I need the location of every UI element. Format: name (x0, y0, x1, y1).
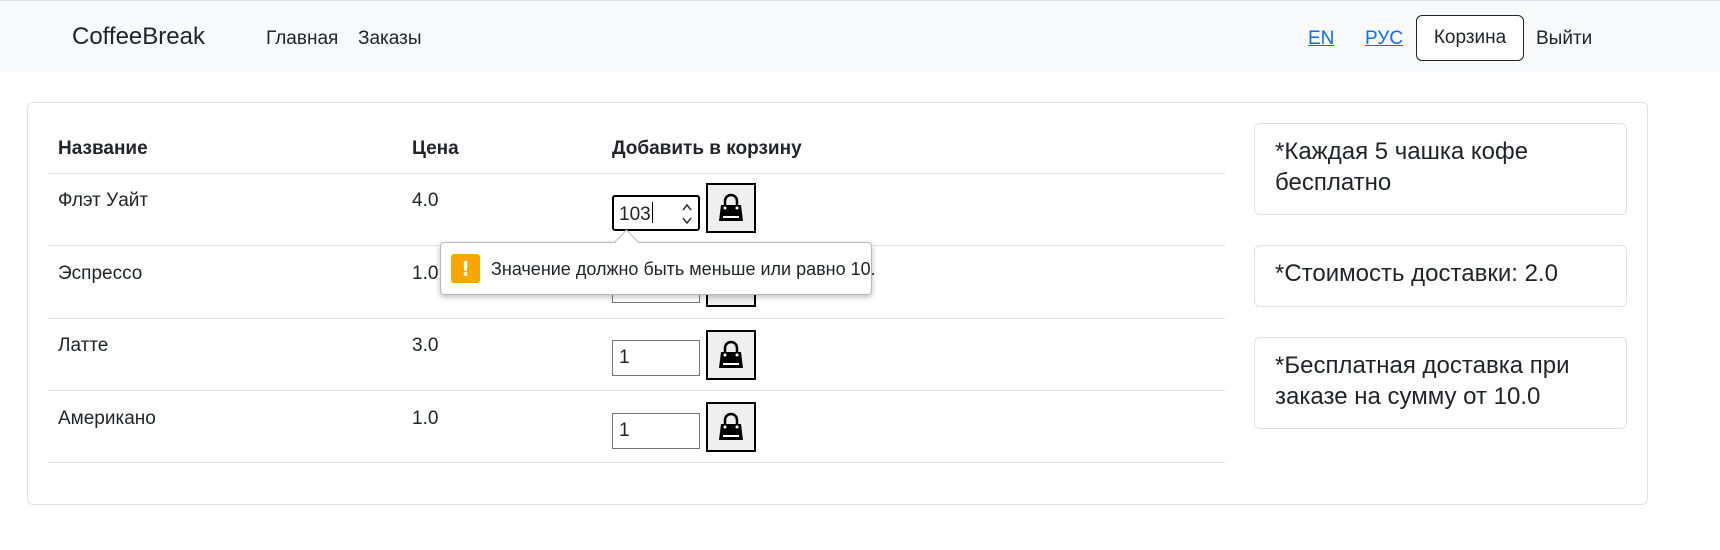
quantity-value: 1 (619, 347, 630, 368)
quantity-value: 103 (619, 204, 651, 225)
free-delivery-text: *Бесплатная доставка при заказе на сумму… (1275, 352, 1570, 410)
product-price: 4.0 (412, 190, 439, 211)
lang-en-link[interactable]: EN (1308, 28, 1334, 50)
warning-icon: ! (451, 254, 480, 283)
product-price: 1.0 (412, 263, 439, 284)
row-divider (48, 390, 1225, 391)
cart-button[interactable]: Корзина (1416, 15, 1524, 61)
shopping-bag-icon (719, 412, 743, 440)
quantity-value: 1 (619, 420, 630, 441)
product-name: Латте (58, 335, 109, 356)
row-divider (48, 318, 1225, 319)
quantity-input[interactable]: 103 (612, 195, 700, 231)
header-name: Название (58, 138, 148, 159)
free-cup-text: *Каждая 5 чашка кофе бесплатно (1275, 138, 1529, 196)
quantity-input[interactable]: 1 (612, 413, 700, 449)
delivery-cost-card: *Стоимость доставки: 2.0 (1254, 245, 1627, 307)
spinner-arrows-icon[interactable] (682, 201, 692, 227)
validation-message: Значение должно быть меньше или равно 10… (491, 259, 876, 279)
logout-link[interactable]: Выйти (1536, 28, 1592, 50)
free-cup-card: *Каждая 5 чашка кофе бесплатно (1254, 123, 1627, 215)
shopping-bag-icon (719, 193, 743, 221)
product-price: 3.0 (412, 335, 439, 356)
nav-link-home[interactable]: Главная (266, 28, 338, 50)
product-price: 1.0 (412, 408, 439, 429)
table-divider (48, 173, 1225, 174)
nav-link-orders[interactable]: Заказы (358, 28, 422, 50)
delivery-cost-text: *Стоимость доставки: 2.0 (1275, 260, 1558, 287)
shopping-bag-icon (719, 340, 743, 368)
header-add-to-cart: Добавить в корзину (612, 138, 802, 159)
product-name: Эспрессо (58, 263, 143, 284)
text-caret (651, 202, 653, 223)
quantity-input[interactable]: 1 (612, 340, 700, 376)
add-to-cart-button[interactable] (706, 402, 756, 452)
lang-ru-link[interactable]: РУС (1365, 28, 1403, 50)
add-to-cart-button[interactable] (706, 330, 756, 380)
brand-logo[interactable]: CoffeeBreak (72, 23, 205, 51)
free-delivery-card: *Бесплатная доставка при заказе на сумму… (1254, 337, 1627, 429)
validation-tooltip: ! Значение должно быть меньше или равно … (440, 229, 876, 295)
product-name: Флэт Уайт (58, 190, 149, 211)
row-divider (48, 462, 1225, 463)
product-name: Американо (58, 408, 156, 429)
header-price: Цена (412, 138, 459, 159)
navbar: CoffeeBreak Главная Заказы EN РУС Корзин… (0, 0, 1720, 72)
add-to-cart-button[interactable] (706, 183, 756, 233)
